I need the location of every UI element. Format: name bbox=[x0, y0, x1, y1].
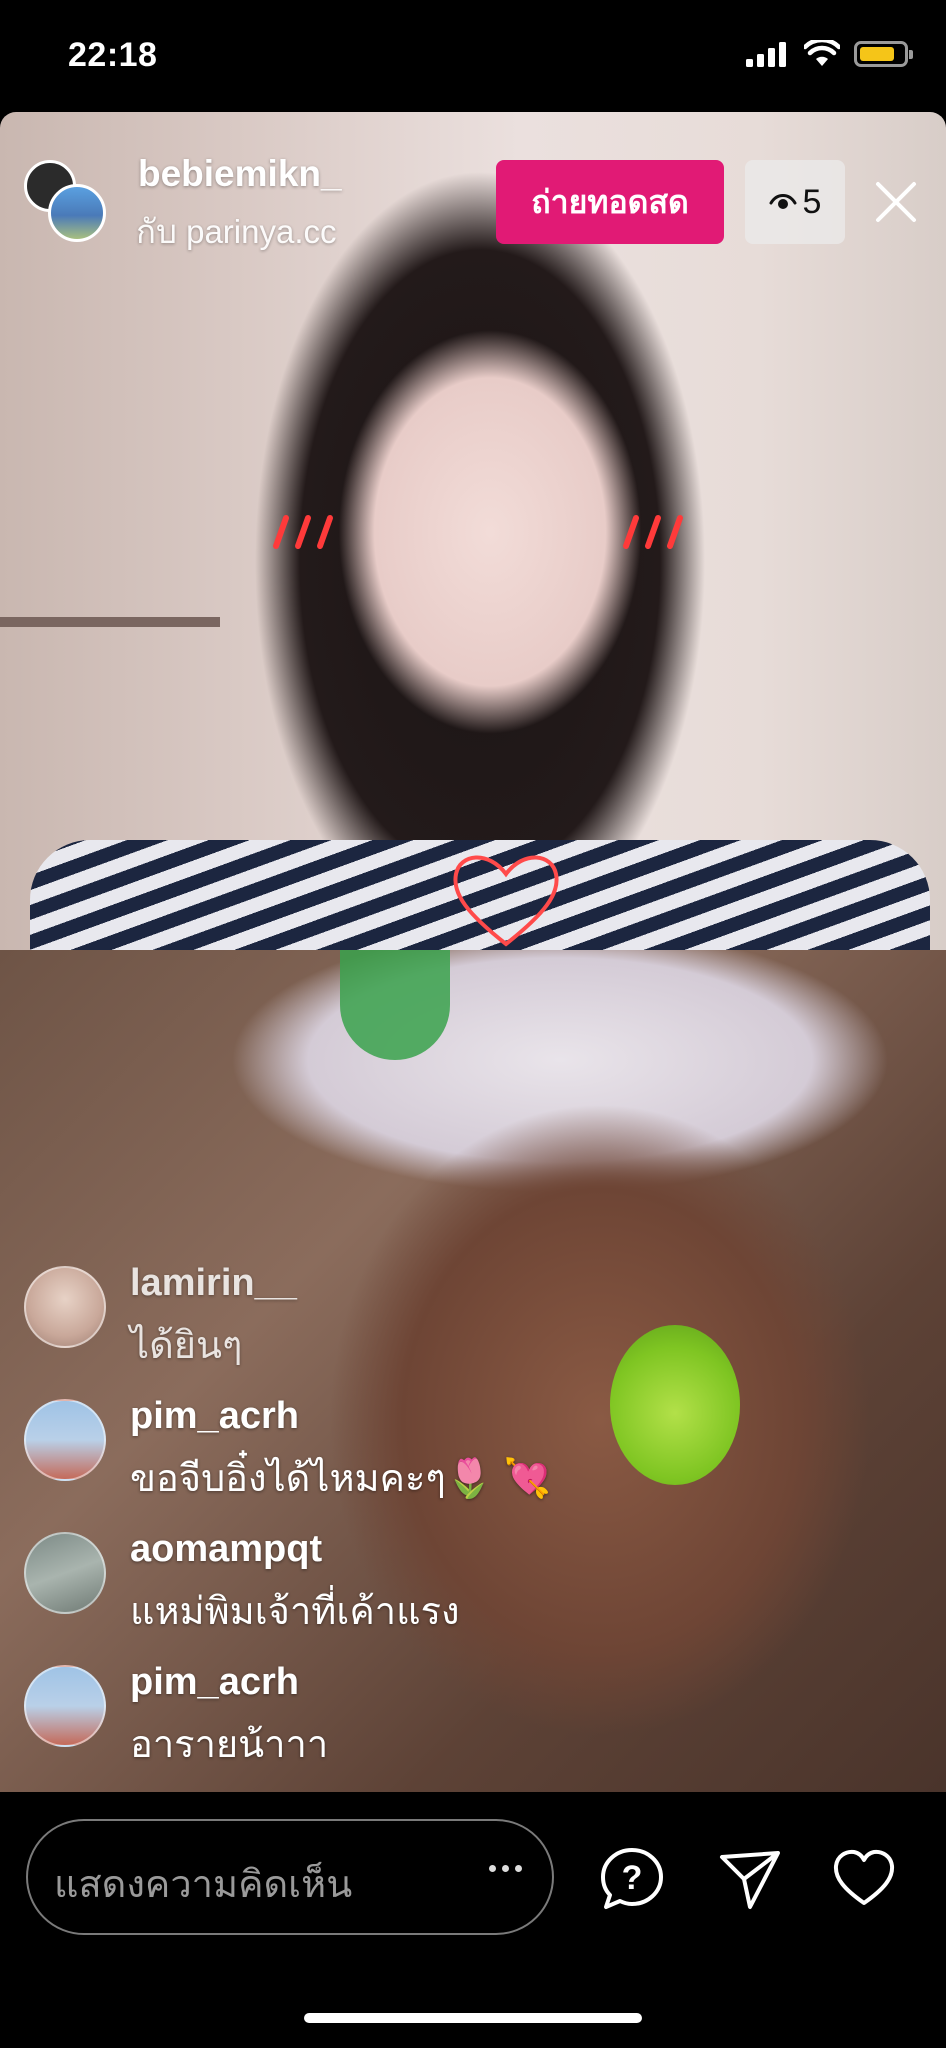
viewer-count-button[interactable]: 5 bbox=[745, 160, 845, 244]
background-shelf bbox=[0, 617, 220, 627]
comment-username[interactable]: lamirin__ bbox=[130, 1262, 297, 1305]
guest-username[interactable]: กับ parinya.cc bbox=[136, 205, 337, 258]
home-indicator[interactable] bbox=[304, 2013, 642, 2023]
status-icons bbox=[746, 40, 913, 68]
comment-avatar[interactable] bbox=[24, 1532, 106, 1614]
filter-leaf bbox=[340, 950, 450, 1060]
blush-left-icon bbox=[273, 515, 333, 549]
comment-item[interactable]: lamirin__ ได้ยินๆ bbox=[24, 1262, 724, 1395]
viewer-count: 5 bbox=[802, 182, 822, 221]
blush-right-icon bbox=[623, 515, 683, 549]
guest-avatar[interactable] bbox=[48, 184, 106, 242]
status-time: 22:18 bbox=[68, 36, 158, 74]
send-icon[interactable] bbox=[716, 1845, 784, 1913]
comment-item[interactable]: aomampqt แหม่พิมเจ้าที่เค้าแรง bbox=[24, 1528, 724, 1661]
live-avatars[interactable] bbox=[24, 160, 108, 244]
heart-icon[interactable] bbox=[830, 1845, 898, 1913]
comment-text: อารายน้าาา bbox=[130, 1724, 329, 1766]
comment-username[interactable]: pim_acrh bbox=[130, 1395, 299, 1438]
cellular-signal-icon bbox=[746, 42, 786, 67]
comment-avatar[interactable] bbox=[24, 1266, 106, 1348]
host-username[interactable]: bebiemikn_ bbox=[138, 153, 342, 195]
wifi-icon bbox=[804, 40, 840, 66]
comment-text: ได้ยินๆ bbox=[130, 1325, 243, 1367]
comment-username[interactable]: pim_acrh bbox=[130, 1661, 299, 1704]
eye-icon bbox=[769, 194, 797, 209]
comment-placeholder: แสดงความคิดเห็น bbox=[54, 1864, 353, 1906]
battery-icon bbox=[854, 41, 913, 67]
comment-avatar[interactable] bbox=[24, 1399, 106, 1481]
comment-text: แหม่พิมเจ้าที่เค้าแรง bbox=[130, 1591, 460, 1633]
comment-input[interactable]: แสดงความคิดเห็น bbox=[26, 1819, 554, 1935]
comment-item[interactable]: pim_acrh ขอจีบอิ๋งได้ไหมคะๆ🌷 💘 bbox=[24, 1395, 724, 1528]
comment-text: ขอจีบอิ๋งได้ไหมคะๆ🌷 💘 bbox=[130, 1458, 551, 1500]
more-options-icon[interactable] bbox=[489, 1865, 522, 1872]
live-badge: ถ่ายทอดสด bbox=[496, 160, 724, 244]
comment-item[interactable]: pim_acrh อารายน้าาา bbox=[24, 1661, 724, 1794]
comment-list: lamirin__ ได้ยินๆ pim_acrh ขอจีบอิ๋งได้ไ… bbox=[24, 1262, 724, 1794]
comment-avatar[interactable] bbox=[24, 1665, 106, 1747]
comment-username[interactable]: aomampqt bbox=[130, 1528, 322, 1571]
svg-text:?: ? bbox=[622, 1859, 643, 1897]
heart-filter-icon bbox=[453, 855, 559, 947]
close-icon[interactable] bbox=[866, 172, 926, 232]
question-icon[interactable]: ? bbox=[598, 1845, 666, 1913]
status-bar: 22:18 bbox=[0, 0, 946, 112]
